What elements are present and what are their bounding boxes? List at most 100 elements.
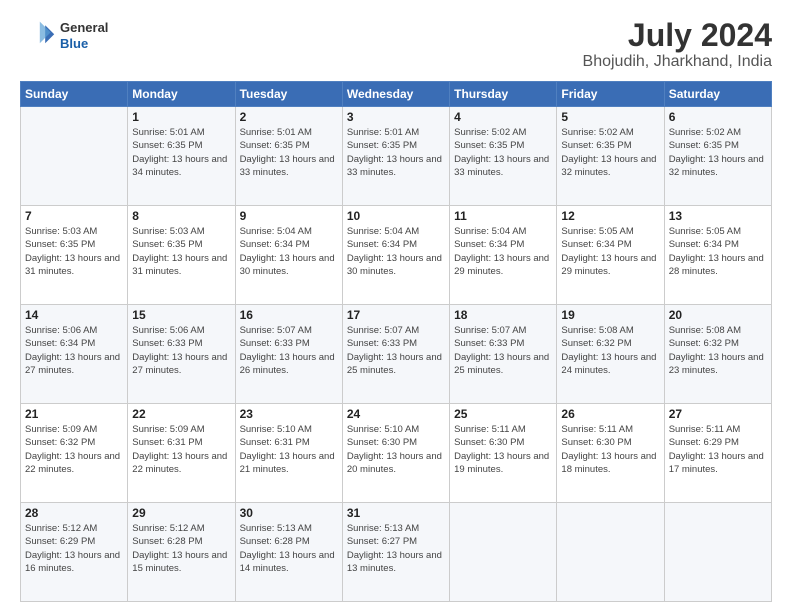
day-number: 13 — [669, 209, 767, 223]
calendar-cell: 28 Sunrise: 5:12 AMSunset: 6:29 PMDayligh… — [21, 503, 128, 602]
calendar-cell: 27Sunrise: 5:11 AMSunset: 6:29 PMDayligh… — [664, 404, 771, 503]
day-info: Sunrise: 5:06 AMSunset: 6:34 PMDaylight:… — [25, 324, 123, 377]
day-number: 7 — [25, 209, 123, 223]
day-number: 15 — [132, 308, 230, 322]
day-header-saturday: Saturday — [664, 82, 771, 107]
day-number: 20 — [669, 308, 767, 322]
calendar-cell — [21, 107, 128, 206]
day-info: Sunrise: 5:08 AMSunset: 6:32 PMDaylight:… — [669, 324, 767, 377]
calendar-cell — [450, 503, 557, 602]
calendar-cell: 12 Sunrise: 5:05 AMSunset: 6:34 PMDayligh… — [557, 206, 664, 305]
calendar-cell: 2 Sunrise: 5:01 AMSunset: 6:35 PMDaylight… — [235, 107, 342, 206]
day-info: Sunrise: 5:09 AMSunset: 6:32 PMDaylight:… — [25, 423, 123, 476]
day-info: Sunrise: 5:10 AMSunset: 6:31 PMDaylight:… — [240, 423, 338, 476]
calendar-table: SundayMondayTuesdayWednesdayThursdayFrid… — [20, 81, 772, 602]
calendar-cell — [557, 503, 664, 602]
day-number: 1 — [132, 110, 230, 124]
day-info: Sunrise: 5:03 AMSunset: 6:35 PMDaylight:… — [132, 225, 230, 278]
day-number: 25 — [454, 407, 552, 421]
day-info: Sunrise: 5:12 AMSunset: 6:29 PMDaylight:… — [25, 522, 123, 575]
calendar-cell: 11 Sunrise: 5:04 AMSunset: 6:34 PMDayligh… — [450, 206, 557, 305]
day-header-tuesday: Tuesday — [235, 82, 342, 107]
day-number: 21 — [25, 407, 123, 421]
logo-blue-text: Blue — [60, 36, 88, 51]
day-number: 11 — [454, 209, 552, 223]
calendar-subtitle: Bhojudih, Jharkhand, India — [583, 53, 772, 71]
calendar-cell: 18Sunrise: 5:07 AMSunset: 6:33 PMDayligh… — [450, 305, 557, 404]
calendar-cell: 31Sunrise: 5:13 AMSunset: 6:27 PMDayligh… — [342, 503, 449, 602]
calendar-week-5: 28 Sunrise: 5:12 AMSunset: 6:29 PMDayligh… — [21, 503, 772, 602]
day-info: Sunrise: 5:07 AMSunset: 6:33 PMDaylight:… — [240, 324, 338, 377]
day-header-sunday: Sunday — [21, 82, 128, 107]
day-info: Sunrise: 5:05 AMSunset: 6:34 PMDaylight:… — [669, 225, 767, 278]
logo-general: General — [60, 20, 108, 35]
day-number: 29 — [132, 506, 230, 520]
day-number: 5 — [561, 110, 659, 124]
calendar-cell: 6 Sunrise: 5:02 AMSunset: 6:35 PMDaylight… — [664, 107, 771, 206]
logo-text: General Blue — [60, 20, 108, 51]
header: General Blue July 2024 Bhojudih, Jharkha… — [20, 18, 772, 71]
day-number: 12 — [561, 209, 659, 223]
day-header-friday: Friday — [557, 82, 664, 107]
logo: General Blue — [20, 18, 108, 54]
day-info: Sunrise: 5:02 AMSunset: 6:35 PMDaylight:… — [561, 126, 659, 179]
day-number: 6 — [669, 110, 767, 124]
calendar-cell: 15 Sunrise: 5:06 AMSunset: 6:33 PMDayligh… — [128, 305, 235, 404]
day-info: Sunrise: 5:07 AMSunset: 6:33 PMDaylight:… — [454, 324, 552, 377]
calendar-cell: 16 Sunrise: 5:07 AMSunset: 6:33 PMDayligh… — [235, 305, 342, 404]
calendar-cell: 24 Sunrise: 5:10 AMSunset: 6:30 PMDayligh… — [342, 404, 449, 503]
day-number: 8 — [132, 209, 230, 223]
day-header-wednesday: Wednesday — [342, 82, 449, 107]
day-info: Sunrise: 5:01 AMSunset: 6:35 PMDaylight:… — [132, 126, 230, 179]
day-info: Sunrise: 5:08 AMSunset: 6:32 PMDaylight:… — [561, 324, 659, 377]
day-info: Sunrise: 5:09 AMSunset: 6:31 PMDaylight:… — [132, 423, 230, 476]
day-number: 10 — [347, 209, 445, 223]
calendar-cell: 19Sunrise: 5:08 AMSunset: 6:32 PMDayligh… — [557, 305, 664, 404]
calendar-cell: 13 Sunrise: 5:05 AMSunset: 6:34 PMDayligh… — [664, 206, 771, 305]
logo-icon — [20, 18, 56, 54]
title-block: July 2024 Bhojudih, Jharkhand, India — [583, 18, 772, 71]
calendar-cell: 21 Sunrise: 5:09 AMSunset: 6:32 PMDayligh… — [21, 404, 128, 503]
calendar-cell: 8 Sunrise: 5:03 AMSunset: 6:35 PMDaylight… — [128, 206, 235, 305]
calendar-week-3: 14 Sunrise: 5:06 AMSunset: 6:34 PMDayligh… — [21, 305, 772, 404]
calendar-cell: 7 Sunrise: 5:03 AMSunset: 6:35 PMDaylight… — [21, 206, 128, 305]
day-number: 4 — [454, 110, 552, 124]
calendar-cell: 30Sunrise: 5:13 AMSunset: 6:28 PMDayligh… — [235, 503, 342, 602]
day-info: Sunrise: 5:10 AMSunset: 6:30 PMDaylight:… — [347, 423, 445, 476]
day-number: 26 — [561, 407, 659, 421]
day-info: Sunrise: 5:04 AMSunset: 6:34 PMDaylight:… — [454, 225, 552, 278]
day-info: Sunrise: 5:03 AMSunset: 6:35 PMDaylight:… — [25, 225, 123, 278]
day-number: 2 — [240, 110, 338, 124]
calendar-cell: 14 Sunrise: 5:06 AMSunset: 6:34 PMDayligh… — [21, 305, 128, 404]
calendar-header-row: SundayMondayTuesdayWednesdayThursdayFrid… — [21, 82, 772, 107]
day-info: Sunrise: 5:06 AMSunset: 6:33 PMDaylight:… — [132, 324, 230, 377]
day-header-monday: Monday — [128, 82, 235, 107]
calendar-week-2: 7 Sunrise: 5:03 AMSunset: 6:35 PMDaylight… — [21, 206, 772, 305]
calendar-cell: 4 Sunrise: 5:02 AMSunset: 6:35 PMDaylight… — [450, 107, 557, 206]
day-number: 23 — [240, 407, 338, 421]
day-info: Sunrise: 5:01 AMSunset: 6:35 PMDaylight:… — [240, 126, 338, 179]
day-number: 3 — [347, 110, 445, 124]
day-info: Sunrise: 5:04 AMSunset: 6:34 PMDaylight:… — [347, 225, 445, 278]
calendar-week-1: 1 Sunrise: 5:01 AMSunset: 6:35 PMDaylight… — [21, 107, 772, 206]
day-info: Sunrise: 5:13 AMSunset: 6:28 PMDaylight:… — [240, 522, 338, 575]
day-info: Sunrise: 5:11 AMSunset: 6:30 PMDaylight:… — [454, 423, 552, 476]
calendar-cell: 25 Sunrise: 5:11 AMSunset: 6:30 PMDayligh… — [450, 404, 557, 503]
day-number: 28 — [25, 506, 123, 520]
day-info: Sunrise: 5:05 AMSunset: 6:34 PMDaylight:… — [561, 225, 659, 278]
day-info: Sunrise: 5:02 AMSunset: 6:35 PMDaylight:… — [669, 126, 767, 179]
day-info: Sunrise: 5:02 AMSunset: 6:35 PMDaylight:… — [454, 126, 552, 179]
calendar-cell — [664, 503, 771, 602]
day-info: Sunrise: 5:13 AMSunset: 6:27 PMDaylight:… — [347, 522, 445, 575]
calendar-cell: 17Sunrise: 5:07 AMSunset: 6:33 PMDayligh… — [342, 305, 449, 404]
day-number: 27 — [669, 407, 767, 421]
calendar-cell: 20 Sunrise: 5:08 AMSunset: 6:32 PMDayligh… — [664, 305, 771, 404]
calendar-cell: 1 Sunrise: 5:01 AMSunset: 6:35 PMDaylight… — [128, 107, 235, 206]
calendar-title: July 2024 — [583, 18, 772, 53]
day-number: 14 — [25, 308, 123, 322]
day-number: 24 — [347, 407, 445, 421]
day-number: 16 — [240, 308, 338, 322]
day-info: Sunrise: 5:07 AMSunset: 6:33 PMDaylight:… — [347, 324, 445, 377]
calendar-cell: 26Sunrise: 5:11 AMSunset: 6:30 PMDayligh… — [557, 404, 664, 503]
day-number: 22 — [132, 407, 230, 421]
